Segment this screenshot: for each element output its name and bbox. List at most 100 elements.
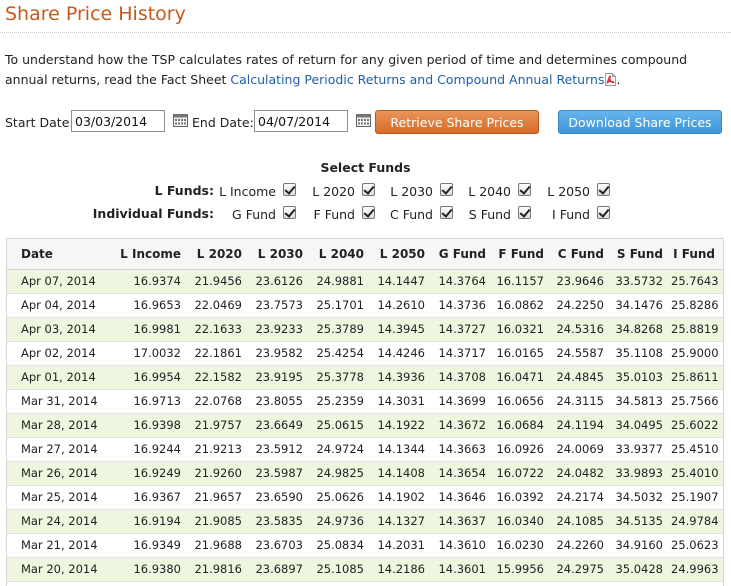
individual-funds-row: Individual Funds: G Fund F Fund C Fund S… [0,205,731,223]
start-date-label: Start Date: [5,115,74,130]
intro-end: . [616,72,621,87]
price-cell: 14.3936 [372,365,433,390]
l-2050-checkbox[interactable] [597,183,610,196]
price-cell: 34.9160 [612,533,671,558]
price-cell: 16.9981 [100,317,189,342]
price-cell: 34.0495 [612,413,671,438]
calendar-icon[interactable] [173,114,188,127]
price-cell: 25.0834 [311,533,372,558]
date-cell: Mar 20, 2014 [7,557,100,582]
price-cell: 24.4845 [552,365,612,390]
l-2030-checkbox[interactable] [440,183,453,196]
price-cell: 22.0469 [189,293,250,318]
price-cell: 24.2975 [552,557,612,582]
price-cell: 25.1701 [311,293,372,318]
page-title: Share Price History [5,3,186,25]
price-cell: 24.9784 [671,509,723,534]
fund-name: L 2040 [468,184,511,199]
fund-option-i: I Fund [535,206,610,222]
price-cell: 25.6022 [671,413,723,438]
price-cell: 34.5813 [612,389,671,414]
s-fund-checkbox[interactable] [518,206,531,219]
price-cell: 16.0230 [494,533,552,558]
fund-option-l-2040: L 2040 [455,183,531,199]
price-cell: 14.3672 [433,413,494,438]
i-fund-checkbox[interactable] [597,206,610,219]
fact-sheet-link[interactable]: Calculating Periodic Returns and Compoun… [230,72,604,87]
price-cell: 16.9194 [100,509,189,534]
price-cell: 23.6649 [250,413,311,438]
table-row: Mar 28, 2014 16.9398 21.9757 23.6649 25.0615… [7,413,723,438]
column-header: F Fund [494,239,552,270]
retrieve-share-prices-button[interactable]: Retrieve Share Prices [375,110,539,134]
price-cell: 24.0482 [552,461,612,486]
price-cell: 23.9646 [552,269,612,294]
price-cell: 14.3764 [433,269,494,294]
date-cell: Mar 27, 2014 [7,437,100,462]
price-cell: 16.0684 [494,413,552,438]
price-cell: 24.2250 [552,293,612,318]
end-date-input[interactable] [254,110,348,132]
column-header: L 2050 [372,239,433,270]
f-fund-checkbox[interactable] [362,206,375,219]
table-row: Apr 02, 2014 17.0032 22.1861 23.9582 25.4254… [7,341,723,366]
column-header: C Fund [552,239,612,270]
price-cell: 35.0428 [612,557,671,582]
price-cell: 24.1194 [552,413,612,438]
price-cell: 15.9956 [494,557,552,582]
price-cell: 16.9244 [100,437,189,462]
c-fund-checkbox[interactable] [440,206,453,219]
price-cell: 21.9260 [189,461,250,486]
l-2040-checkbox[interactable] [518,183,531,196]
price-cell: 23.5912 [250,437,311,462]
price-cell: 16.9380 [100,557,189,582]
price-cell: 22.1861 [189,341,250,366]
price-cell: 22.0768 [189,389,250,414]
price-cell: 24.2174 [552,485,612,510]
g-fund-checkbox[interactable] [283,206,296,219]
price-cell: 25.2359 [311,389,372,414]
fund-name: L 2050 [547,184,590,199]
price-cell: 24.5587 [552,341,612,366]
l-income-checkbox[interactable] [283,183,296,196]
column-header: L 2030 [250,239,311,270]
price-cell: 24.0069 [552,437,612,462]
price-cell: 25.0623 [671,533,723,558]
price-cell: 33.9893 [612,461,671,486]
end-date-label: End Date: [192,115,254,130]
price-cell: 16.0862 [494,293,552,318]
price-cell: 25.7643 [671,269,723,294]
price-cell: 34.5135 [612,509,671,534]
download-share-prices-button[interactable]: Download Share Prices [558,110,722,134]
calendar-icon[interactable] [356,114,371,127]
price-cell: 23.7573 [250,293,311,318]
price-cell: 14.3646 [433,485,494,510]
date-cell: Mar 24, 2014 [7,509,100,534]
fund-name: L Income [219,184,276,199]
price-cell: 24.9881 [311,269,372,294]
price-cell: 25.4510 [671,437,723,462]
column-header: Date [7,239,100,270]
date-cell: Mar 21, 2014 [7,533,100,558]
price-cell: 14.3610 [433,533,494,558]
date-cell: Mar 25, 2014 [7,485,100,510]
price-cell: 16.9374 [100,269,189,294]
price-cell: 23.5835 [250,509,311,534]
price-cell: 14.1447 [372,269,433,294]
column-header: L 2020 [189,239,250,270]
table-header-row: Date L Income L 2020 L 2030 L 2040 L 205… [7,239,723,270]
date-cell: Apr 07, 2014 [7,269,100,294]
l-2020-checkbox[interactable] [362,183,375,196]
price-cell: 16.0321 [494,317,552,342]
date-cell: Apr 02, 2014 [7,341,100,366]
price-cell: 16.0656 [494,389,552,414]
price-cell: 16.0340 [494,509,552,534]
price-cell: 25.8819 [671,317,723,342]
price-cell: 23.6126 [250,269,311,294]
price-cell: 35.1108 [612,341,671,366]
start-date-input[interactable] [71,110,165,132]
date-cell: Apr 01, 2014 [7,365,100,390]
table-row: Apr 04, 2014 16.9653 22.0469 23.7573 25.1701… [7,293,723,318]
individual-funds-label: Individual Funds: [92,206,214,221]
price-cell: 14.3663 [433,437,494,462]
